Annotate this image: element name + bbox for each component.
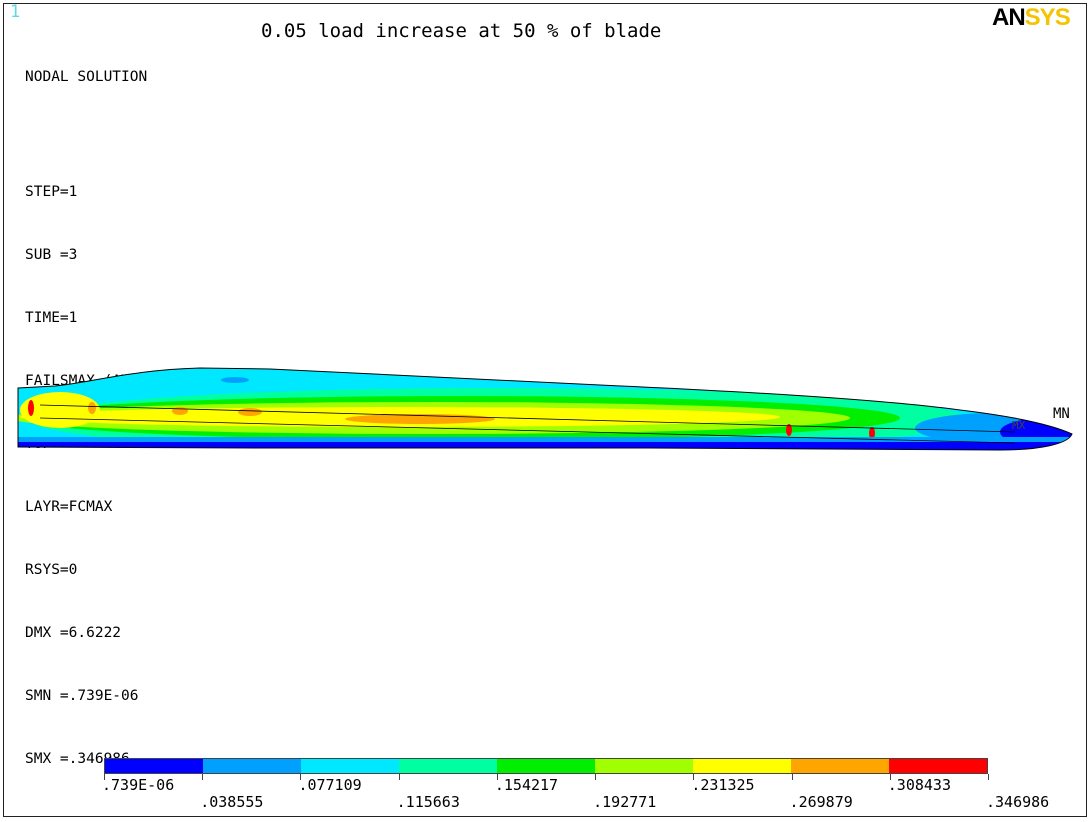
legend-label: .231325 [691,776,755,794]
legend-tick [398,774,400,780]
legend-cell-0 [105,759,203,773]
min-marker: MN [1053,406,1070,422]
legend-label: .038555 [200,793,264,811]
legend-label: .739E-06 [102,776,175,794]
legend-label: .154217 [494,776,559,794]
legend-label: .346986 [986,793,1050,811]
legend-cell-3 [399,759,497,773]
legend-label: .077109 [298,776,362,794]
legend-cell-4 [497,759,595,773]
blade-contour-plot [17,367,1073,451]
max-marker: MX [1012,419,1026,432]
legend-cell-7 [791,759,889,773]
legend-cell-2 [301,759,399,773]
legend-cell-8 [889,759,987,773]
legend-cell-5 [595,759,693,773]
legend-tick [791,774,793,780]
legend-tick [988,774,989,780]
color-legend-bar [104,758,988,774]
legend-label: .115663 [396,793,460,811]
legend-cell-6 [693,759,791,773]
legend-tick [202,774,204,780]
legend-label: .192771 [593,793,657,811]
legend-cell-1 [203,759,301,773]
legend-label: .308433 [887,776,951,794]
legend-label: .269879 [789,793,853,811]
legend-tick [595,774,597,780]
